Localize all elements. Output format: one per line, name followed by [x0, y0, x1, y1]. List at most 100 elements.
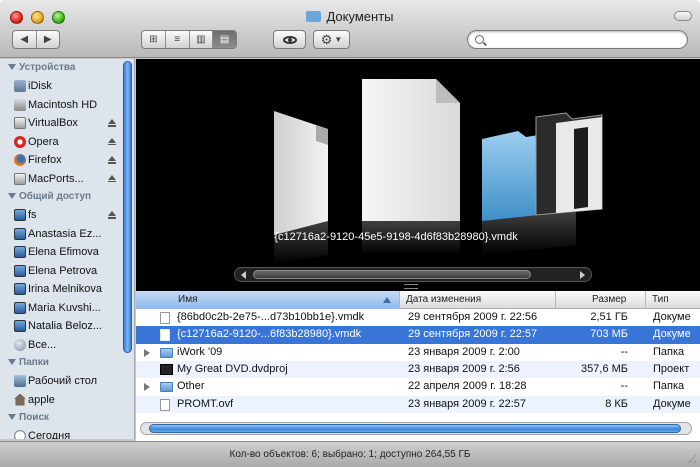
sidebar-item-firefox[interactable]: Firefox — [0, 151, 134, 170]
sidebar-item-elena-petrova[interactable]: Elena Petrova — [0, 262, 134, 281]
search-icon — [475, 35, 484, 44]
column-header-kind[interactable]: Тип — [646, 291, 700, 309]
volume-icon — [14, 117, 26, 129]
sidebar-section-shared[interactable]: Общий доступ — [0, 188, 134, 206]
globe-icon — [14, 338, 26, 351]
disclosure-triangle-icon[interactable] — [144, 348, 150, 357]
sort-ascending-icon — [383, 297, 391, 303]
list-view-button[interactable]: ≡ — [166, 31, 190, 48]
eject-icon[interactable] — [108, 156, 116, 164]
coverflow-view-button[interactable]: ▤ — [213, 31, 236, 48]
document-icon — [160, 398, 170, 411]
sidebar-item-desktop[interactable]: Рабочий стол — [0, 372, 134, 391]
desktop-icon — [14, 375, 26, 387]
folder-icon — [160, 382, 173, 393]
document-icon — [160, 329, 170, 342]
coverflow-scroll-thumb[interactable] — [253, 270, 531, 279]
column-header-size[interactable]: Размер — [556, 291, 646, 309]
nav-segment: ◀ ▶ — [12, 30, 60, 49]
sidebar-scrollbar[interactable] — [123, 61, 132, 353]
coverflow-item-selected[interactable] — [362, 79, 460, 255]
split-handle[interactable] — [404, 284, 418, 289]
coverflow-icon: ▤ — [219, 34, 230, 45]
dvd-project-icon — [160, 363, 173, 375]
quicklook-button[interactable] — [273, 30, 306, 49]
folder-icon — [160, 347, 173, 358]
disclosure-triangle-icon[interactable] — [144, 383, 150, 392]
chevron-right-icon: ▶ — [43, 34, 52, 45]
window-title-text: Документы — [326, 9, 394, 24]
chevron-down-icon: ▼ — [334, 35, 343, 44]
forward-button[interactable]: ▶ — [37, 31, 60, 48]
sidebar: Устройства iDisk Macintosh HD VirtualBox… — [0, 59, 135, 439]
monitor-icon — [14, 320, 26, 332]
gear-icon: ⚙ — [320, 31, 333, 47]
column-header-date[interactable]: Дата изменения — [400, 291, 556, 309]
monitor-icon — [14, 227, 26, 240]
list-icon: ≡ — [174, 34, 181, 45]
grid-icon: ⊞ — [149, 34, 158, 45]
sidebar-item-idisk[interactable]: iDisk — [0, 77, 134, 96]
sidebar-item-opera[interactable]: Opera — [0, 133, 134, 152]
sidebar-item-macports[interactable]: MacPorts... — [0, 170, 134, 189]
resize-grip-icon[interactable] — [684, 451, 696, 463]
home-icon — [14, 393, 26, 406]
table-row[interactable]: My Great DVD.dvdproj 23 января 2009 г. 2… — [136, 360, 700, 379]
file-list: Имя Дата изменения Размер Тип {86bd0c2b-… — [136, 291, 700, 441]
monitor-icon — [14, 283, 26, 295]
coverflow-view: {c12716a2-9120-45e5-9198-4d6f83b28980}.v… — [136, 59, 700, 291]
horizontal-scrollbar[interactable] — [140, 422, 692, 435]
monitor-icon — [14, 264, 26, 277]
toolbar-toggle-button[interactable] — [674, 11, 692, 21]
monitor-icon — [14, 246, 26, 258]
sidebar-item-irina-melnikova[interactable]: Irina Melnikova — [0, 280, 134, 299]
search-field[interactable] — [467, 30, 688, 49]
search-input[interactable] — [488, 33, 678, 46]
coverflow-scrollbar[interactable] — [234, 267, 592, 282]
table-row[interactable]: {86bd0c2b-2e75-...d73b10bb1e}.vmdk 29 се… — [136, 309, 700, 326]
action-button[interactable]: ⚙ ▼ — [313, 30, 350, 49]
table-row[interactable]: Other 22 апреля 2009 г. 18:28 -- Папка — [136, 378, 700, 395]
scroll-left-icon[interactable] — [241, 271, 246, 279]
volume-icon — [14, 172, 26, 185]
clock-icon — [14, 430, 26, 439]
titlebar: Документы ◀ ▶ ⊞ ≡ ▥ ▤ ⚙ ▼ — [0, 0, 700, 58]
sidebar-item-today[interactable]: Сегодня — [0, 427, 134, 439]
monitor-icon — [14, 209, 26, 221]
coverflow-caption: {c12716a2-9120-45e5-9198-4d6f83b28980}.v… — [274, 231, 518, 243]
column-view-button[interactable]: ▥ — [190, 31, 214, 48]
chevron-left-icon: ◀ — [20, 34, 29, 45]
folder-icon — [306, 11, 322, 22]
eject-icon[interactable] — [108, 174, 116, 182]
sidebar-item-natalia[interactable]: Natalia Beloz... — [0, 317, 134, 336]
opera-icon — [14, 135, 26, 148]
icon-view-button[interactable]: ⊞ — [142, 31, 166, 48]
sidebar-item-macintosh-hd[interactable]: Macintosh HD — [0, 96, 134, 115]
sidebar-item-maria[interactable]: Maria Kuvshi... — [0, 299, 134, 318]
eject-icon[interactable] — [108, 137, 116, 145]
table-row-selected[interactable]: {c12716a2-9120-...6f83b28980}.vmdk 29 се… — [136, 326, 700, 344]
sidebar-item-elena-efimova[interactable]: Elena Efimova — [0, 243, 134, 262]
list-header: Имя Дата изменения Размер Тип — [136, 291, 700, 309]
sidebar-section-devices[interactable]: Устройства — [0, 59, 134, 77]
sidebar-item-all[interactable]: Все... — [0, 336, 134, 355]
sidebar-item-anastasia[interactable]: Anastasia Ez... — [0, 225, 134, 244]
horizontal-scroll-thumb[interactable] — [149, 424, 681, 433]
sidebar-section-folders[interactable]: Папки — [0, 354, 134, 372]
sidebar-item-virtualbox[interactable]: VirtualBox — [0, 114, 134, 133]
monitor-icon — [14, 301, 26, 314]
hard-drive-icon — [14, 98, 26, 111]
sidebar-section-search[interactable]: Поиск — [0, 409, 134, 427]
sidebar-item-apple[interactable]: apple — [0, 391, 134, 410]
eject-icon[interactable] — [108, 211, 116, 219]
idisk-icon — [14, 80, 26, 92]
table-row[interactable]: iWork '09 23 января 2009 г. 2:00 -- Папк… — [136, 344, 700, 361]
table-row[interactable]: PROMT.ovf 23 января 2009 г. 22:57 8 КБ Д… — [136, 395, 700, 413]
eject-icon[interactable] — [108, 119, 116, 127]
sidebar-item-fs[interactable]: fs — [0, 206, 134, 225]
column-header-name[interactable]: Имя — [136, 291, 400, 309]
back-button[interactable]: ◀ — [13, 31, 37, 48]
view-segment: ⊞ ≡ ▥ ▤ — [141, 30, 237, 49]
coverflow-item-right-2[interactable] — [535, 112, 603, 216]
scroll-right-icon[interactable] — [580, 271, 585, 279]
